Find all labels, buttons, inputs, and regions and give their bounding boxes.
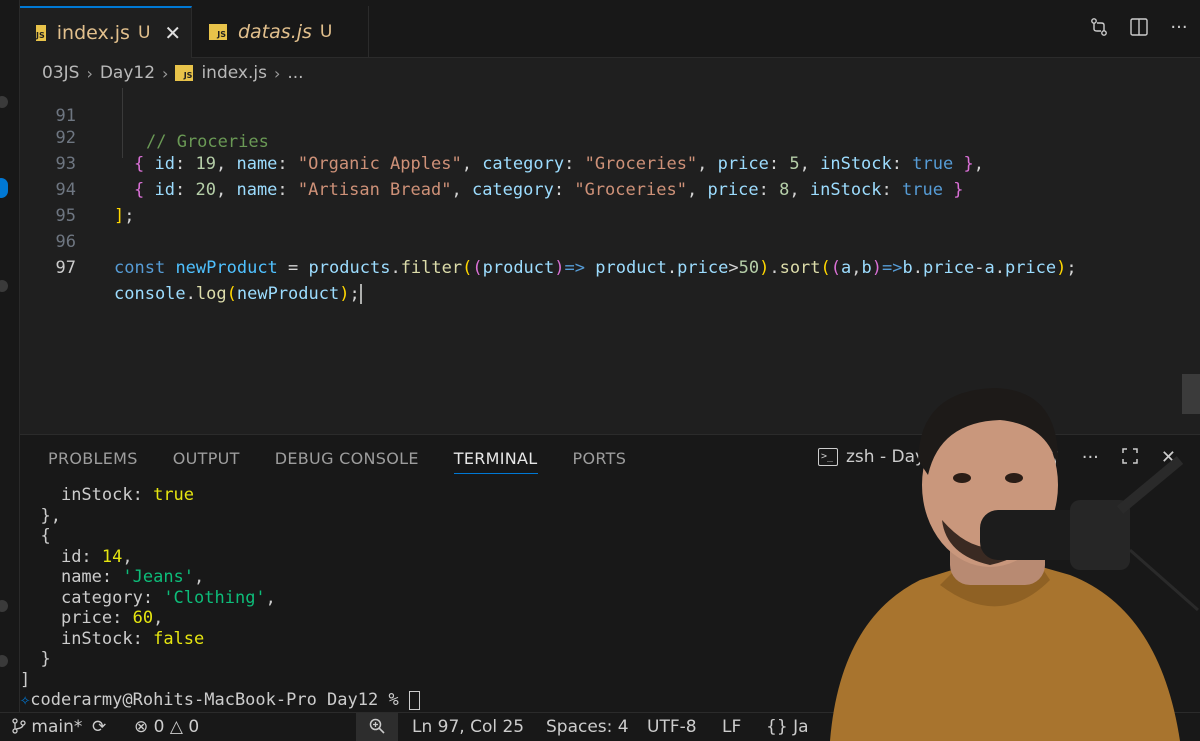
tab-label: index.js (56, 22, 130, 44)
code-editor[interactable]: 91 // Groceries 92 { id: 19, name: "Orga… (20, 88, 1200, 434)
line-text: console.log(newProduct); (114, 284, 362, 304)
code-line: 94 ]; (20, 151, 135, 226)
terminal-line: price: 60, (60, 608, 164, 628)
code-line: 96 const newProduct = products.filter((p… (20, 203, 1077, 278)
editor-actions: ··· (1088, 16, 1190, 38)
terminal-line: inStock: true (60, 485, 195, 505)
code-line: 93 { id: 20, name: "Artisan Bread", cate… (20, 125, 964, 200)
warning-count: 0 (188, 717, 200, 737)
split-editor-icon[interactable] (1128, 16, 1150, 38)
editor-tab-bar: JS index.js U ✕ JS datas.js U ··· (20, 0, 1200, 58)
line-text: { id: 19, name: "Organic Apples", catego… (134, 154, 984, 174)
indent-guide (122, 88, 123, 158)
problems-indicator[interactable]: ⊗ 0 △ 0 (134, 713, 199, 741)
tab-ports[interactable]: PORTS (573, 449, 627, 474)
line-text: { id: 20, name: "Artisan Bread", categor… (134, 180, 964, 200)
code-line-current: 97 console.log(newProduct); (20, 229, 362, 304)
js-file-icon: JS (175, 65, 194, 81)
terminal-output[interactable]: inStock: true }, { id: 14, name: 'Jeans'… (20, 485, 1180, 711)
close-icon[interactable]: ✕ (1161, 447, 1176, 472)
terminal-line: name: 'Jeans', (60, 567, 205, 587)
terminal-line: }, (20, 505, 61, 526)
close-icon[interactable]: ✕ (164, 21, 181, 45)
terminal-line: ] (20, 669, 31, 690)
breadcrumb-symbols[interactable]: ... (287, 63, 303, 83)
more-icon[interactable]: ··· (1082, 447, 1099, 472)
error-count: 0 (153, 717, 165, 737)
breadcrumb-folder[interactable]: Day12 (100, 63, 155, 83)
settings-icon[interactable] (0, 655, 8, 667)
breadcrumb-file[interactable]: index.js (201, 63, 267, 83)
language-name: Ja (793, 717, 809, 737)
error-icon: ⊗ (134, 717, 149, 737)
terminal-line: { (20, 526, 51, 546)
zoom-icon[interactable] (356, 713, 398, 741)
maximize-icon[interactable] (1121, 447, 1139, 472)
terminal-selector[interactable]: >_ zsh - Day (818, 447, 925, 467)
breadcrumb: 03JS › Day12 › JS index.js › ... (20, 58, 1200, 88)
warning-icon: △ (169, 717, 183, 737)
explorer-icon[interactable] (0, 96, 8, 108)
tab-problems[interactable]: PROBLEMS (48, 449, 138, 474)
tab-index-js[interactable]: JS index.js U ✕ (20, 6, 192, 58)
tab-label: datas.js (238, 21, 312, 43)
bottom-panel: PROBLEMS OUTPUT DEBUG CONSOLE TERMINAL P… (20, 434, 1200, 712)
trash-icon[interactable] (1042, 447, 1060, 472)
encoding[interactable]: UTF-8 (647, 713, 697, 741)
indentation[interactable]: Spaces: 4 (546, 713, 629, 741)
extensions-icon[interactable] (0, 280, 8, 292)
more-icon[interactable]: ··· (1168, 16, 1190, 38)
tab-output[interactable]: OUTPUT (173, 449, 240, 474)
status-bar: main* ⟳ ⊗ 0 △ 0 Ln 97, Col 25 Spaces: 4 … (0, 712, 1200, 741)
branch-indicator[interactable]: main* (12, 713, 82, 741)
sync-icon[interactable]: ⟳ (92, 713, 106, 741)
copilot-icon: ✧ (20, 690, 31, 710)
branch-name: main* (31, 717, 83, 737)
panel-tabs: PROBLEMS OUTPUT DEBUG CONSOLE TERMINAL P… (48, 449, 626, 474)
language-mode[interactable]: {} Ja (766, 713, 809, 741)
terminal-line: inStock: false (60, 628, 205, 649)
branch-icon (12, 718, 26, 734)
code-line: 95 (20, 177, 76, 226)
js-file-icon: JS (209, 24, 227, 40)
terminal-icon: >_ (818, 448, 838, 466)
compare-changes-icon[interactable] (1088, 16, 1110, 38)
cursor-position[interactable]: Ln 97, Col 25 (412, 713, 524, 741)
terminal-line: category: 'Clothing', (60, 587, 276, 608)
tab-datas-js[interactable]: JS datas.js U (193, 6, 369, 58)
terminal-name: zsh - Day (846, 447, 926, 467)
tab-debug-console[interactable]: DEBUG CONSOLE (275, 449, 419, 474)
line-text: ]; (114, 206, 135, 226)
line-ending[interactable]: LF (722, 713, 741, 741)
tab-terminal[interactable]: TERMINAL (453, 449, 538, 474)
chevron-right-icon: › (86, 63, 93, 83)
code-line: 92 { id: 19, name: "Organic Apples", cat… (20, 99, 984, 174)
line-text: const newProduct = products.filter((prod… (114, 258, 1077, 278)
braces-icon: { (766, 717, 777, 737)
terminal-line: } (20, 649, 51, 669)
terminal-line: id: 14, (60, 546, 133, 567)
untracked-indicator: U (319, 22, 333, 42)
editor-scrollbar-thumb[interactable] (1182, 374, 1200, 414)
panel-actions: ··· ✕ (1042, 447, 1176, 472)
activity-bar (0, 0, 20, 712)
braces-icon-close: } (776, 717, 788, 737)
chevron-right-icon: › (162, 63, 169, 83)
terminal-cursor (408, 690, 420, 710)
terminal-prompt: coderarmy@Rohits-MacBook-Pro Day12 % (30, 690, 399, 710)
text-cursor (359, 284, 362, 304)
js-file-icon: JS (36, 25, 46, 41)
line-number: 97 (55, 258, 76, 278)
untracked-indicator: U (137, 23, 151, 43)
source-control-badge[interactable] (0, 178, 8, 198)
terminal-prompt-line: ✧coderarmy@Rohits-MacBook-Pro Day12 % (20, 690, 1180, 711)
account-icon[interactable] (0, 600, 8, 612)
chevron-right-icon: › (273, 63, 281, 83)
